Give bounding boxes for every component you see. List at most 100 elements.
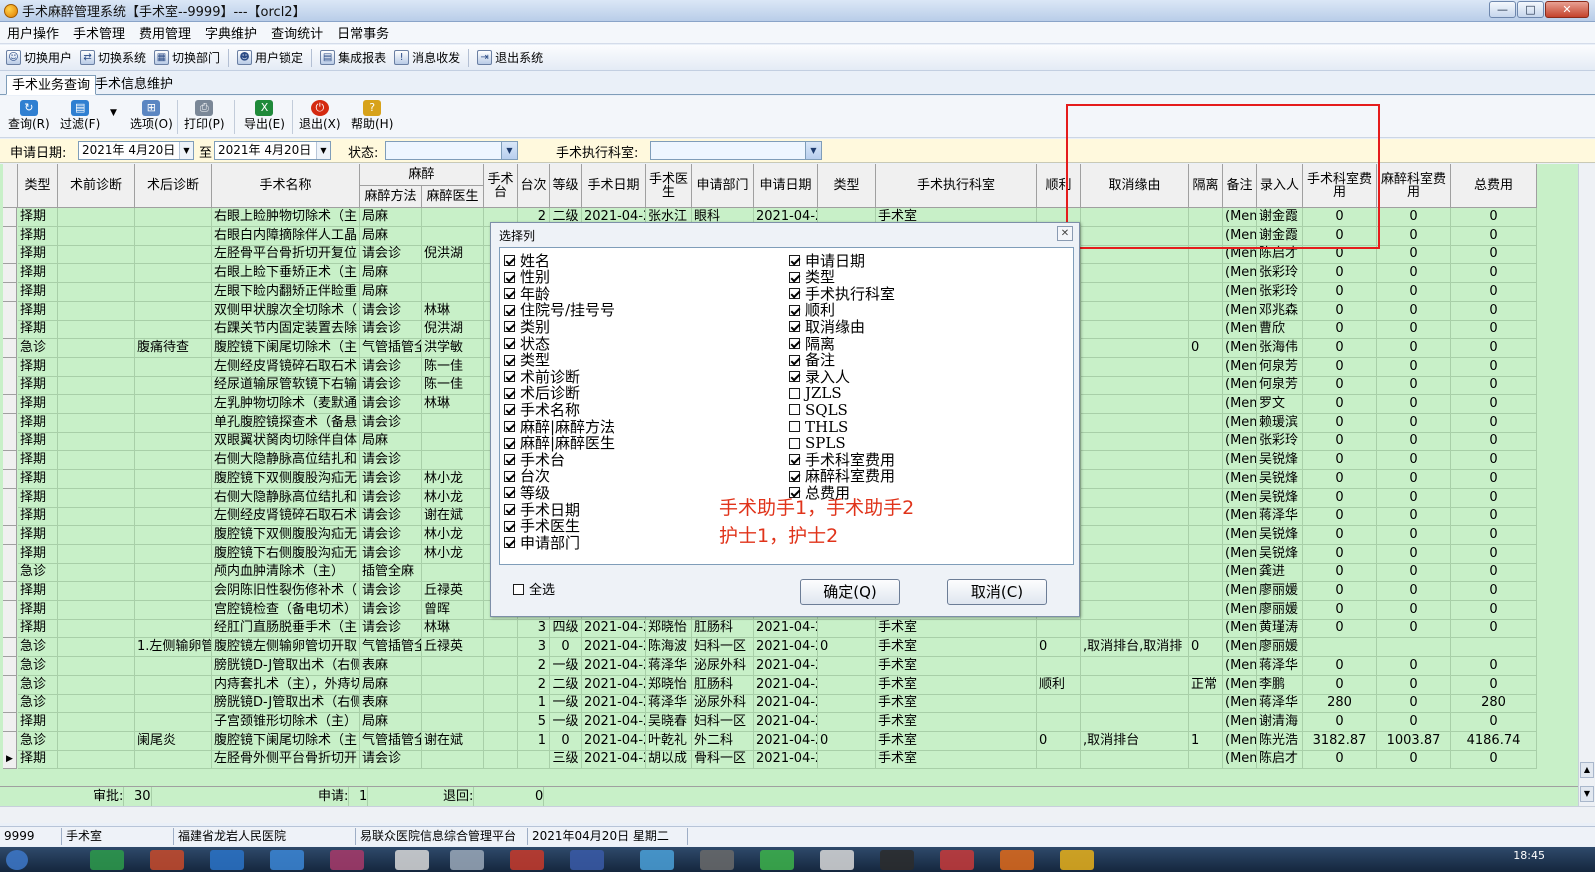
tab-surgery-info[interactable]: 手术信息维护: [90, 75, 178, 95]
filter-button[interactable]: ▤ 过滤(F): [60, 100, 100, 131]
taskbar-app-icon[interactable]: [510, 850, 544, 870]
taskbar-app-icon[interactable]: [450, 850, 484, 870]
column-option-checkbox[interactable]: 等级: [504, 484, 550, 501]
row-indicator[interactable]: [3, 507, 17, 527]
column-option-checkbox[interactable]: 术前诊断: [504, 368, 580, 385]
row-indicator[interactable]: [3, 469, 17, 489]
column-header-post-diagnosis[interactable]: 术后诊断: [135, 164, 212, 208]
row-indicator[interactable]: [3, 245, 17, 265]
column-option-checkbox[interactable]: 术后诊断: [504, 385, 580, 402]
checkbox-box[interactable]: [789, 387, 800, 399]
checkbox-box[interactable]: [504, 304, 515, 316]
column-option-checkbox[interactable]: 姓名: [504, 252, 550, 269]
row-indicator[interactable]: [3, 282, 17, 302]
taskbar-app-icon[interactable]: [640, 850, 674, 870]
row-indicator[interactable]: [3, 432, 17, 452]
taskbar-app-icon[interactable]: [150, 850, 184, 870]
row-indicator[interactable]: [3, 320, 17, 340]
checkbox-box[interactable]: [789, 487, 800, 499]
row-indicator[interactable]: [3, 451, 17, 471]
column-option-checkbox[interactable]: 手术台: [504, 451, 565, 468]
taskbar-app-icon[interactable]: [570, 850, 604, 870]
checkbox-box[interactable]: [504, 338, 515, 349]
column-option-checkbox[interactable]: 麻醉|麻醉医生: [504, 435, 615, 452]
column-header-pre-diagnosis[interactable]: 术前诊断: [58, 164, 135, 208]
checkbox-box[interactable]: [789, 470, 800, 482]
chevron-down-icon[interactable]: ▼: [501, 142, 517, 159]
start-button-icon[interactable]: [6, 850, 28, 870]
taskbar-app-icon[interactable]: [210, 850, 244, 870]
column-option-checkbox[interactable]: 备注: [789, 352, 835, 369]
query-button[interactable]: ↻ 查询(R): [8, 100, 50, 131]
row-indicator[interactable]: [3, 395, 17, 414]
report-button[interactable]: ▤ 集成报表: [320, 49, 386, 66]
column-option-checkbox[interactable]: 申请日期: [789, 252, 865, 269]
date-from-picker[interactable]: 2021年 4月20日 ▼: [78, 141, 194, 160]
row-indicator[interactable]: [3, 675, 17, 695]
taskbar-app-icon[interactable]: [760, 850, 794, 870]
taskbar-app-icon[interactable]: [820, 850, 854, 870]
column-option-checkbox[interactable]: 手术执行科室: [789, 285, 895, 302]
exit-button[interactable]: ⏻ 退出(X): [299, 100, 341, 131]
row-indicator[interactable]: [3, 638, 17, 658]
row-indicator[interactable]: [3, 338, 17, 358]
menu-surgery-mgmt[interactable]: 手术管理: [66, 23, 132, 42]
column-option-checkbox[interactable]: 录入人: [789, 368, 850, 385]
checkbox-box[interactable]: [504, 470, 515, 482]
menu-fee-mgmt[interactable]: 费用管理: [132, 23, 198, 42]
calendar-dropdown-icon[interactable]: ▼: [179, 142, 193, 159]
checkbox-box[interactable]: [504, 437, 515, 449]
column-header-anesthesia-doctor[interactable]: 麻醉医生: [422, 186, 484, 208]
column-option-checkbox[interactable]: JZLS: [789, 385, 842, 402]
checkbox-box[interactable]: [504, 404, 515, 416]
column-option-checkbox[interactable]: 类别: [504, 318, 550, 335]
column-option-checkbox[interactable]: 麻醉科室费用: [789, 468, 895, 485]
exit-system-button[interactable]: ⇥ 退出系统: [477, 49, 543, 66]
scroll-down-icon[interactable]: ▼: [1580, 786, 1594, 802]
column-header-anesthesia-method[interactable]: 麻醉方法: [360, 186, 422, 208]
column-option-checkbox[interactable]: 手术名称: [504, 401, 580, 418]
checkbox-box[interactable]: [789, 454, 800, 466]
taskbar-app-icon[interactable]: [90, 850, 124, 870]
status-select[interactable]: ▼: [385, 141, 518, 160]
taskbar-app-icon[interactable]: [330, 850, 364, 870]
row-indicator[interactable]: [3, 208, 17, 227]
column-option-checkbox[interactable]: 申请部门: [504, 534, 580, 551]
row-indicator[interactable]: [3, 619, 17, 639]
column-option-checkbox[interactable]: 总费用: [789, 484, 850, 501]
checkbox-box[interactable]: [789, 354, 800, 366]
row-indicator[interactable]: [3, 357, 17, 377]
column-header-surgery-name[interactable]: 手术名称: [212, 164, 360, 208]
user-lock-button[interactable]: ☻ 用户锁定: [237, 49, 303, 66]
column-header-category[interactable]: 类型: [818, 164, 876, 208]
minimize-button[interactable]: —: [1489, 1, 1516, 18]
checkbox-box[interactable]: [789, 421, 800, 432]
checkbox-box[interactable]: [504, 321, 515, 333]
column-header-exec-dept[interactable]: 手术执行科室: [876, 164, 1037, 208]
checkbox-box[interactable]: [504, 537, 515, 549]
grid-vertical-scrollbar[interactable]: ▲ ▼: [1578, 164, 1595, 806]
column-option-checkbox[interactable]: 手术医生: [504, 518, 580, 535]
row-indicator[interactable]: [3, 264, 17, 284]
column-header-apply-dept[interactable]: 申请部门: [692, 164, 754, 208]
column-header-surgeon[interactable]: 手术医生: [646, 164, 692, 208]
menu-user-ops[interactable]: 用户操作: [0, 23, 66, 42]
column-option-checkbox[interactable]: SQLS: [789, 401, 848, 418]
print-button[interactable]: ⎙ 打印(P): [184, 100, 225, 131]
column-header-total-fee[interactable]: 总费用: [1451, 164, 1537, 208]
taskbar-app-icon[interactable]: [395, 850, 429, 870]
checkbox-box[interactable]: [789, 437, 800, 449]
checkbox-box[interactable]: [504, 421, 515, 432]
taskbar-app-icon[interactable]: [940, 850, 974, 870]
taskbar-app-icon[interactable]: [1000, 850, 1034, 870]
row-indicator[interactable]: [3, 525, 17, 545]
checkbox-box[interactable]: [789, 371, 800, 383]
checkbox-box[interactable]: [789, 271, 800, 283]
checkbox-box[interactable]: [789, 404, 800, 416]
row-indicator[interactable]: [3, 226, 17, 246]
column-option-checkbox[interactable]: THLS: [789, 418, 848, 435]
column-option-checkbox[interactable]: 手术日期: [504, 501, 580, 518]
row-indicator[interactable]: [3, 376, 17, 396]
column-option-checkbox[interactable]: 状态: [504, 335, 550, 352]
cancel-button[interactable]: 取消(C): [947, 579, 1047, 605]
